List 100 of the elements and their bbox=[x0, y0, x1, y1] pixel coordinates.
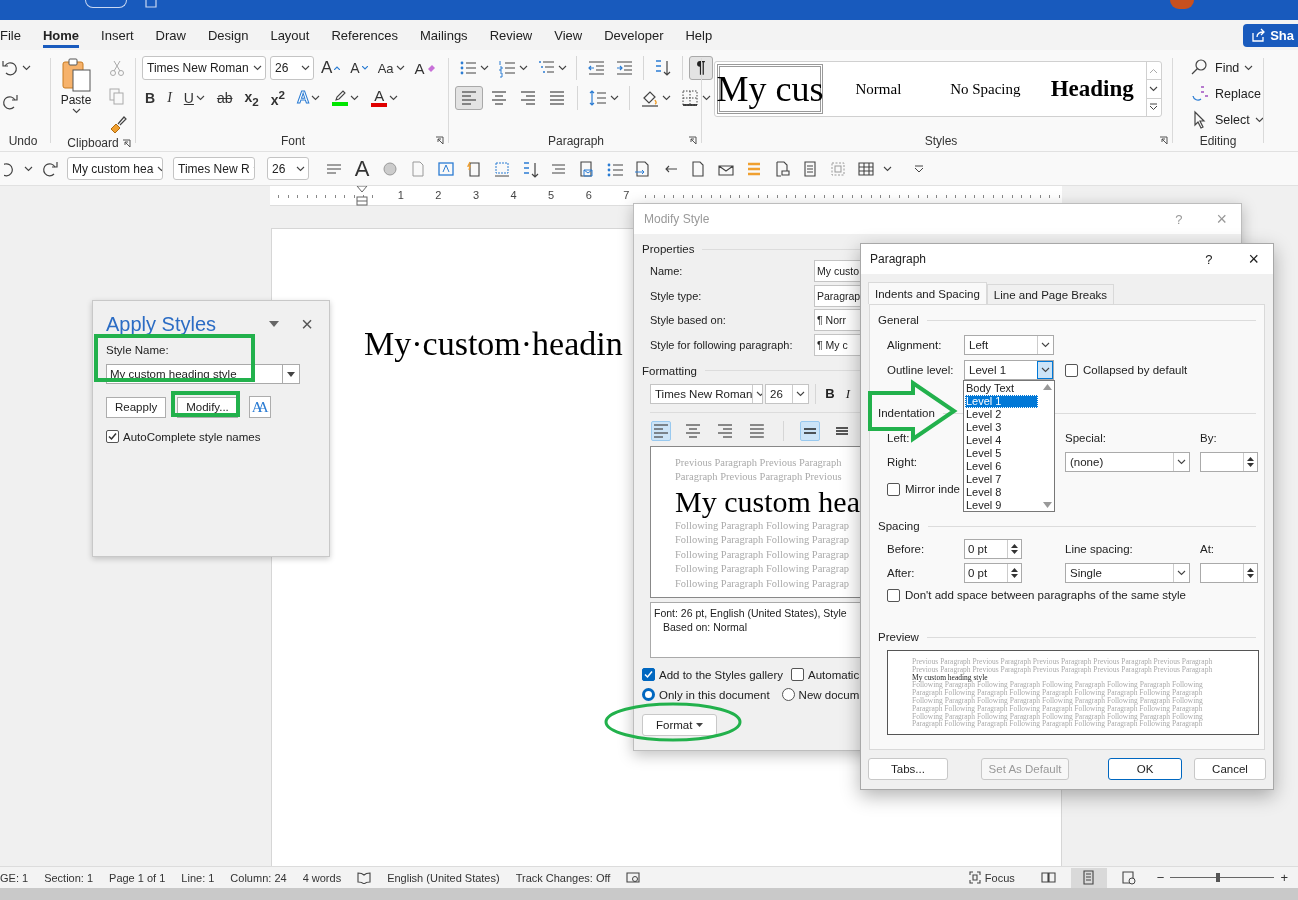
language-indicator[interactable]: English (United States) bbox=[387, 871, 500, 884]
font-dropdown[interactable]: Times New R bbox=[173, 157, 255, 180]
close-button[interactable]: × bbox=[1248, 248, 1259, 270]
printer-page-icon[interactable] bbox=[773, 159, 791, 178]
grow-button[interactable]: A bbox=[318, 56, 344, 80]
spin-field[interactable]: 0 pt bbox=[964, 539, 1022, 559]
style-gallery-item[interactable]: Normal bbox=[825, 62, 932, 116]
dialog-tab[interactable]: Indents and Spacing bbox=[868, 282, 987, 304]
dialog-button[interactable]: OK bbox=[1108, 758, 1182, 780]
radio-button[interactable] bbox=[642, 688, 655, 701]
align-left-button[interactable] bbox=[651, 420, 671, 441]
checkbox[interactable] bbox=[642, 668, 655, 681]
show-marks-button[interactable]: ¶ bbox=[689, 56, 713, 80]
macro-icon[interactable] bbox=[626, 871, 641, 884]
dotted-frame-icon[interactable] bbox=[493, 159, 511, 178]
dialog-button[interactable]: Cancel bbox=[1194, 758, 1266, 780]
line-spacing-button[interactable] bbox=[800, 420, 820, 441]
clear-button[interactable]: A bbox=[411, 56, 438, 80]
ribbon-tab[interactable]: Home bbox=[42, 22, 80, 48]
find-button[interactable]: Find bbox=[1187, 56, 1267, 79]
dropdown[interactable]: (none) bbox=[1065, 452, 1190, 472]
dropdown-option[interactable]: Level 1 bbox=[965, 395, 1038, 408]
share-button[interactable]: Sha bbox=[1243, 23, 1298, 47]
page-envelope-icon[interactable] bbox=[577, 159, 595, 178]
sort-icon[interactable] bbox=[521, 159, 539, 178]
superscript-button[interactable]: x$^{2}$ bbox=[267, 86, 289, 110]
page-arrow-icon[interactable] bbox=[633, 159, 651, 178]
ribbon-tab[interactable]: Developer bbox=[604, 22, 664, 48]
select-button[interactable]: Select bbox=[1187, 108, 1267, 131]
close-button[interactable]: × bbox=[301, 312, 313, 336]
dialog-button[interactable]: Reapply bbox=[106, 396, 167, 418]
checkbox[interactable] bbox=[791, 668, 804, 681]
help-button[interactable]: ? bbox=[1205, 251, 1213, 267]
italic-button[interactable]: I bbox=[840, 385, 856, 402]
font-dropdown[interactable]: Times New Roman bbox=[650, 383, 763, 404]
font-size-dropdown[interactable]: 26 bbox=[765, 383, 809, 404]
dotted-square-icon[interactable] bbox=[829, 159, 847, 178]
dropdown-option[interactable]: Level 5 bbox=[965, 447, 1038, 460]
ribbon-tab[interactable]: Layout bbox=[270, 22, 310, 48]
checkbox[interactable] bbox=[887, 588, 900, 602]
indent-marker-icon[interactable] bbox=[356, 186, 368, 206]
font-color-button[interactable]: A bbox=[368, 86, 402, 110]
subscript-button[interactable]: x$_{2}$ bbox=[241, 86, 262, 110]
dropdown[interactable]: Single bbox=[1065, 563, 1190, 583]
radio-button[interactable] bbox=[781, 688, 795, 701]
style-gallery-item[interactable]: Heading bbox=[1038, 62, 1146, 116]
italic-button[interactable]: I bbox=[164, 86, 175, 110]
dropdown-option[interactable]: Level 2 bbox=[965, 408, 1038, 421]
font-size-dropdown[interactable]: 26 bbox=[267, 157, 309, 180]
format-button[interactable]: Format bbox=[642, 713, 718, 736]
strike-button[interactable]: ab bbox=[213, 86, 236, 110]
dropdown-option[interactable]: Level 7 bbox=[965, 473, 1038, 486]
bold-button[interactable]: B bbox=[142, 86, 159, 110]
dialog-launcher-icon[interactable] bbox=[688, 136, 697, 145]
replace-button[interactable]: Replace bbox=[1187, 82, 1267, 105]
checkbox[interactable] bbox=[106, 430, 119, 443]
dialog-launcher-icon[interactable] bbox=[122, 138, 131, 148]
ribbon-tab[interactable]: Insert bbox=[101, 22, 134, 48]
ribbon-tab[interactable]: Review bbox=[489, 22, 533, 48]
shrink-button[interactable]: A bbox=[347, 56, 371, 80]
page-icon[interactable] bbox=[689, 159, 707, 178]
underline-button[interactable]: U bbox=[180, 86, 208, 110]
style-gallery-item[interactable]: No Spacing bbox=[931, 62, 1039, 116]
overflow-icon[interactable] bbox=[914, 164, 924, 173]
ribbon-tab[interactable]: Mailings bbox=[419, 22, 468, 48]
dialog-tab[interactable]: Line and Page Breaks bbox=[986, 284, 1115, 304]
checkbox[interactable] bbox=[1065, 363, 1078, 377]
checkbox[interactable] bbox=[887, 482, 900, 496]
spin-field[interactable] bbox=[1200, 563, 1258, 583]
dropdown-button[interactable] bbox=[1037, 361, 1053, 379]
paste-button[interactable]: Paste bbox=[55, 56, 97, 136]
align-left-button[interactable] bbox=[455, 86, 483, 110]
zoom-out-button[interactable]: − bbox=[1156, 870, 1165, 885]
track-changes-indicator[interactable]: Track Changes: Off bbox=[515, 871, 611, 884]
dialog-launcher-icon[interactable] bbox=[435, 136, 444, 145]
dropdown[interactable]: Left bbox=[964, 335, 1054, 355]
dropdown[interactable]: Level 1 bbox=[964, 360, 1054, 380]
document-lines-icon[interactable] bbox=[801, 159, 819, 178]
zoom-in-button[interactable]: + bbox=[1280, 870, 1288, 885]
dropdown-option[interactable]: Level 4 bbox=[965, 434, 1038, 447]
case-button[interactable]: Aa bbox=[374, 56, 408, 80]
dropdown-option[interactable]: Level 6 bbox=[965, 460, 1038, 473]
table-icon[interactable] bbox=[857, 159, 875, 178]
font-dropdown[interactable]: Times New Roman bbox=[142, 56, 266, 80]
style-dropdown[interactable]: My custom hea bbox=[67, 157, 163, 180]
focus-button[interactable]: Focus bbox=[968, 871, 1015, 884]
dialog-button[interactable]: Tabs... bbox=[868, 758, 948, 780]
ribbon-tab[interactable]: View bbox=[554, 22, 583, 48]
ribbon-tab[interactable]: References bbox=[331, 22, 398, 48]
dropdown-option[interactable]: Level 8 bbox=[965, 486, 1038, 499]
zoom-slider[interactable] bbox=[1170, 873, 1275, 882]
dropdown-option[interactable]: Body Text bbox=[965, 382, 1038, 395]
page-lightning-icon[interactable] bbox=[465, 159, 483, 178]
ribbon-tab[interactable]: Help bbox=[685, 22, 713, 48]
spin-field[interactable] bbox=[1200, 452, 1258, 472]
dropdown-option[interactable]: Level 9 bbox=[965, 499, 1038, 512]
slider-thumb[interactable] bbox=[1216, 873, 1221, 882]
dropdown-arrow-icon[interactable] bbox=[269, 321, 280, 327]
print-view-button[interactable] bbox=[1070, 867, 1107, 888]
ribbon-tab[interactable]: Draw bbox=[155, 22, 186, 48]
